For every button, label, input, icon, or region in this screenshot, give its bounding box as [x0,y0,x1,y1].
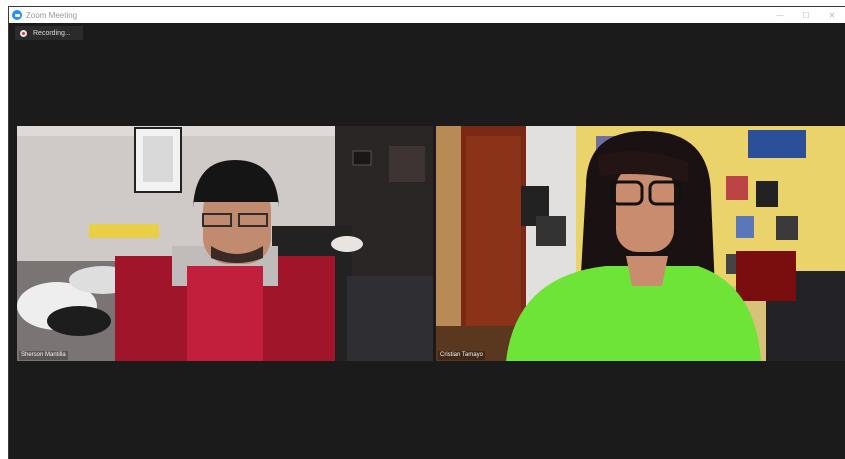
participant-video-1[interactable]: Sherson Mantilla [17,126,433,361]
zoom-meeting-window: Zoom Meeting — ☐ ✕ Recording... Sherson … [8,6,845,459]
maximize-button[interactable]: ☐ [793,7,819,23]
participant-video-2[interactable]: Cristian Tamayo [436,126,845,361]
recording-label: Recording... [33,29,71,37]
title-bar: Zoom Meeting — ☐ ✕ [9,7,845,23]
participant-video-feed [17,126,433,361]
participant-name-label: Sherson Mantilla [19,351,68,360]
window-title: Zoom Meeting [26,10,78,20]
participant-name-label: Cristian Tamayo [438,351,485,360]
close-button[interactable]: ✕ [819,7,845,23]
zoom-logo-icon [12,10,22,20]
participant-video-feed [436,126,845,361]
minimize-button[interactable]: — [767,7,793,23]
record-icon [20,29,27,37]
window-controls: — ☐ ✕ [767,7,845,23]
recording-indicator[interactable]: Recording... [15,26,83,40]
